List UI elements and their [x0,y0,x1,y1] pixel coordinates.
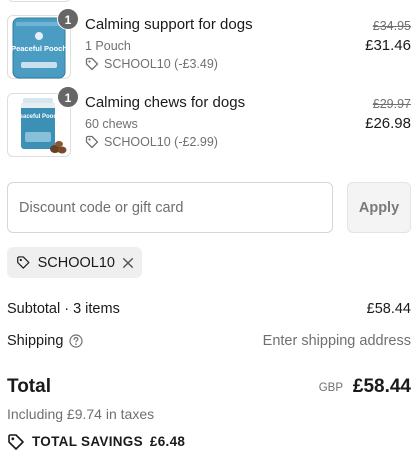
shipping-value: Enter shipping address [262,333,411,349]
apply-button[interactable]: Apply [347,182,411,233]
item-variant: 60 chews [85,117,138,131]
total-row: Total GBP £58.44 [7,375,413,399]
item-discount: SCHOOL10 (-£3.49) [85,56,218,72]
item-title: Calming chews for dogs [85,94,246,111]
previous-item-thumbnail-edge [7,0,71,2]
product-label: Peaceful Pooch [16,114,61,120]
total-savings-label: TOTAL SAVINGS [32,434,143,449]
help-icon[interactable] [69,334,84,348]
item-discount: SCHOOL10 (-£2.99) [85,134,218,150]
applied-code-text: SCHOOL10 [37,254,115,271]
shipping-row: Shipping Enter shipping address [7,332,413,350]
close-icon[interactable] [122,256,134,270]
item-price: £31.46 [365,37,411,54]
tag-icon [17,256,30,269]
total-savings: TOTAL SAVINGS £6.48 [7,433,185,451]
product-label: Peaceful Pooch [11,44,67,53]
quantity-badge: 1 [57,86,79,108]
item-discount-text: SCHOOL10 (-£3.49) [104,57,218,71]
original-price: £29.97 [372,97,411,111]
original-price: £34.95 [372,19,411,33]
subtotal-value: £58.44 [366,301,411,317]
applied-discount-chip: SCHOOL10 [7,247,142,278]
item-discount-text: SCHOOL10 (-£2.99) [104,135,218,149]
line-item: Peaceful Pooch 1 Calming support for dog… [7,8,413,81]
item-variant: 1 Pouch [85,39,131,53]
product-image-tub: Peaceful Pooch 1 [7,86,79,157]
subtotal-label: Subtotal · 3 items [7,301,120,317]
shipping-label: Shipping [7,333,64,349]
item-price: £26.98 [365,115,411,132]
tag-icon [85,135,99,149]
total-label: Total [7,376,51,397]
total-savings-value: £6.48 [149,434,186,449]
quantity-badge: 1 [57,8,79,30]
subtotal-row: Subtotal · 3 items £58.44 [7,300,413,318]
taxes-note: Including £9.74 in taxes [7,406,155,422]
product-image-pouch: Peaceful Pooch 1 [7,8,79,79]
total-value: £58.44 [352,376,411,397]
currency-code: GBP [318,382,343,394]
discount-code-input[interactable] [7,182,333,233]
tag-icon [8,434,24,450]
line-item: Peaceful Pooch 1 Calming chews for dogs … [7,86,413,159]
tag-icon [85,57,99,71]
item-title: Calming support for dogs [85,16,253,33]
